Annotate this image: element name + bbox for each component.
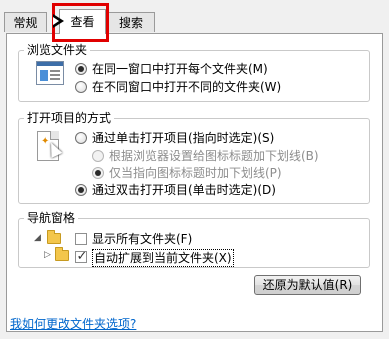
window-icon (36, 61, 64, 85)
open-new-window-label: 在不同窗口中打开不同的文件夹(W) (92, 80, 282, 94)
open-new-window-radio[interactable] (75, 81, 87, 93)
browse-folders-title: 浏览文件夹 (24, 42, 91, 58)
auto-expand-label: 自动扩展到当前文件夹(X) (92, 249, 234, 267)
show-all-folders-label: 显示所有文件夹(F) (92, 232, 193, 246)
tab-view[interactable]: 查看 (59, 9, 106, 34)
help-link[interactable]: 我如何更改文件夹选项? (10, 316, 136, 332)
tab-general-label: 常规 (13, 16, 38, 30)
tree-expanded-icon: ◢ (34, 233, 41, 243)
underline-point-label: 仅当指向图标标题时加下划线(P) (109, 166, 282, 180)
single-click-radio[interactable] (75, 132, 87, 144)
open-same-window-radio[interactable] (75, 63, 87, 75)
tab-search[interactable]: 搜索 (107, 12, 155, 32)
tab-view-label: 查看 (70, 15, 95, 29)
tab-general[interactable]: 常规 (4, 12, 47, 32)
nav-pane-title: 导航窗格 (24, 210, 79, 226)
double-click-label: 通过双击打开项目(单击时选定)(D) (92, 183, 276, 197)
double-click-radio[interactable] (75, 184, 87, 196)
restore-defaults-button[interactable]: 还原为默认值(R) (254, 275, 361, 295)
tab-search-label: 搜索 (118, 16, 143, 30)
auto-expand-checkbox[interactable]: ✓ (75, 249, 88, 264)
underline-browser-label: 根据浏览器设置给图标标题加下划线(B) (109, 149, 319, 163)
underline-point-radio[interactable] (92, 167, 104, 179)
tree-collapsed-icon: ▷ (44, 250, 51, 260)
mouse-pointer-fill (53, 17, 59, 25)
open-items-title: 打开项目的方式 (24, 110, 115, 126)
show-all-folders-checkbox[interactable] (75, 233, 87, 245)
checkmark-icon: ✓ (76, 249, 88, 264)
folder-icon (47, 230, 61, 244)
single-click-label: 通过单击打开项目(指向时选定)(S) (92, 131, 275, 145)
open-same-window-label: 在同一窗口中打开每个文件夹(M) (92, 62, 268, 76)
subfolder-icon (55, 247, 69, 261)
underline-browser-radio[interactable] (92, 150, 104, 162)
